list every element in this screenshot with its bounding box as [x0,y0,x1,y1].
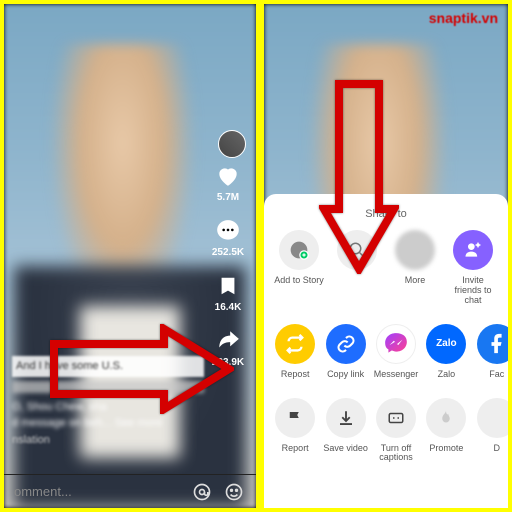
like-count: 5.7M [217,192,239,203]
bookmark-icon [214,272,242,300]
copy-link-button[interactable]: Copy link [321,324,371,380]
comment-bar: omment... [4,474,256,508]
promote-button[interactable]: Promote [421,398,471,464]
zalo-icon: Zalo [426,324,466,364]
report-button[interactable]: Report [270,398,320,464]
invite-icon [453,230,493,270]
translate-link[interactable]: nslation [12,432,204,449]
share-row-actions: Report Save video Turn off captions Prom… [270,398,502,464]
add-story-button[interactable]: Add to Story [274,230,324,306]
comment-icon [214,217,242,245]
comment-button[interactable]: 252.5K [212,217,244,258]
mention-icon[interactable] [190,480,214,504]
repost-button[interactable]: Repost [270,324,320,380]
label: Copy link [327,370,364,380]
link-icon [326,324,366,364]
facebook-icon [477,324,508,364]
label: Zalo [438,370,456,380]
label: Invite friends to chat [448,276,498,306]
feed-panel: 5.7M 252.5K 16.4K 223.9K And I have some… [4,4,256,508]
repost-icon [275,324,315,364]
more-action-button[interactable]: D [472,398,508,464]
flame-icon [426,398,466,438]
label: Turn off captions [371,444,421,464]
captions-button[interactable]: Turn off captions [371,398,421,464]
label: Messenger [374,370,419,380]
label: Add to Story [274,276,324,286]
label: Save video [323,444,368,454]
more-icon [395,230,435,270]
comment-count: 252.5K [212,247,244,258]
avatar[interactable] [218,130,246,158]
label: Report [282,444,309,454]
story-icon [279,230,319,270]
more-icon [477,398,508,438]
messenger-icon [376,324,416,364]
tutorial-arrow [319,74,399,279]
save-button[interactable]: 16.4K [214,272,242,313]
messenger-button[interactable]: Messenger [371,324,421,380]
share-panel: snaptik.vn Share to Add to Story More In… [264,4,508,508]
label: More [405,276,426,286]
download-icon [326,398,366,438]
label: Repost [281,370,310,380]
save-count: 16.4K [215,302,242,313]
zalo-button[interactable]: Zalo Zalo [421,324,471,380]
facebook-button[interactable]: Fac [472,324,508,380]
share-row-apps: Repost Copy link Messenger Zalo Zalo Fac [270,324,502,380]
flag-icon [275,398,315,438]
emoji-icon[interactable] [222,480,246,504]
label: Promote [429,444,463,454]
heart-icon [214,162,242,190]
tutorial-arrow [44,324,234,419]
comment-input[interactable]: omment... [14,484,182,499]
label: D [494,444,501,454]
like-button[interactable]: 5.7M [214,162,242,203]
captions-icon [376,398,416,438]
watermark: snaptik.vn [429,10,498,26]
invite-button[interactable]: Invite friends to chat [448,230,498,306]
label: Fac [489,370,504,380]
save-video-button[interactable]: Save video [321,398,371,464]
